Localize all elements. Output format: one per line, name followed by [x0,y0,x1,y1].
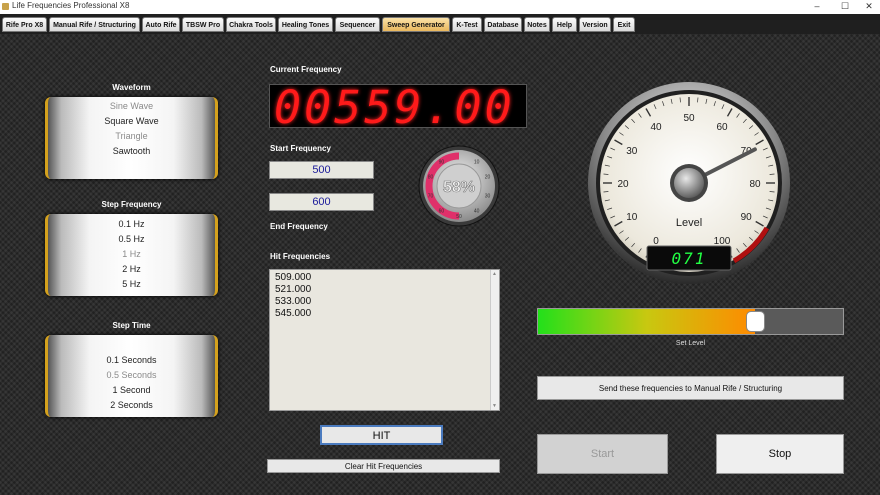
progress-dial-tick-label: 40 [474,208,480,214]
scroll-down-icon[interactable]: ▼ [492,403,497,409]
gauge-tick [769,173,775,175]
list-item[interactable]: 521.000 [275,284,311,295]
app-icon [2,3,9,10]
step-frequency-option[interactable]: 5 Hz [48,279,215,289]
tab-bar: Rife Pro X8 Manual Rife / Structuring Au… [0,14,880,34]
progress-dial: 10 20 30 40 50 60 70 80 90 58% [418,145,500,227]
gauge-tick-label: 40 [650,122,662,133]
hit-button[interactable]: HIT [320,425,443,445]
close-button[interactable]: ✕ [856,0,880,14]
tab-notes[interactable]: Notes [524,17,550,32]
level-slider-fill [538,309,755,334]
waveform-roller[interactable]: Sine Wave Square Wave Triangle Sawtooth [45,97,218,179]
level-slider[interactable] [537,308,844,335]
send-to-manual-rife-button[interactable]: Send these frequencies to Manual Rife / … [537,376,844,400]
list-item[interactable]: 545.000 [275,308,311,319]
tab-database[interactable]: Database [484,17,522,32]
tab-sequencer[interactable]: Sequencer [335,17,380,32]
start-button[interactable]: Start [537,434,668,474]
waveform-option[interactable]: Sine Wave [48,101,215,111]
waveform-option[interactable]: Triangle [48,131,215,141]
list-item[interactable]: 509.000 [275,272,311,283]
current-frequency-label: Current Frequency [270,65,342,74]
step-time-option[interactable]: 1 Second [48,385,215,395]
step-time-roller[interactable]: 0.1 Seconds 0.5 Seconds 1 Second 2 Secon… [45,335,218,417]
tab-chakra-tools[interactable]: Chakra Tools [226,17,276,32]
gauge-tick-label: 80 [749,179,761,190]
progress-dial-text: 58% [443,179,475,196]
hit-frequencies-list[interactable]: 509.000 521.000 533.000 545.000 ▲ ▼ [269,269,500,411]
gauge-tick-label: 90 [741,212,753,223]
set-level-label: Set Level [675,340,706,347]
progress-dial-tick-label: 70 [428,193,434,199]
scroll-up-icon[interactable]: ▲ [492,271,497,277]
step-time-option[interactable]: 0.5 Seconds [48,370,215,380]
window-title-bar: Life Frequencies Professional X8 – ☐ ✕ [0,0,880,15]
maximize-button[interactable]: ☐ [832,0,858,14]
tab-healing-tones[interactable]: Healing Tones [278,17,333,32]
waveform-option[interactable]: Square Wave [48,116,215,126]
gauge-tick [679,97,681,103]
step-time-label: Step Time [112,321,151,330]
step-frequency-label: Step Frequency [101,200,162,209]
progress-dial-tick-label: 50 [456,214,462,220]
gauge-tick-label: 20 [617,179,629,190]
step-frequency-option[interactable]: 0.5 Hz [48,234,215,244]
hit-list-scrollbar[interactable]: ▲ ▼ [490,270,499,410]
gauge-tick [697,97,699,103]
end-frequency-input[interactable]: 600 [269,193,374,211]
step-frequency-option[interactable]: 0.1 Hz [48,219,215,229]
tab-manual-rife[interactable]: Manual Rife / Structuring [49,17,140,32]
start-frequency-label: Start Frequency [270,144,331,153]
level-slider-handle[interactable] [746,311,765,332]
window-title: Life Frequencies Professional X8 [12,1,130,10]
tab-auto-rife[interactable]: Auto Rife [142,17,180,32]
tab-rife-pro-x8[interactable]: Rife Pro X8 [2,17,47,32]
gauge-level-label: Level [676,217,702,229]
tab-help[interactable]: Help [552,17,577,32]
current-frequency-display: 00559.00 [269,81,527,134]
tab-exit[interactable]: Exit [613,17,635,32]
list-item[interactable]: 533.000 [275,296,311,307]
start-frequency-input[interactable]: 500 [269,161,374,179]
waveform-label: Waveform [112,83,151,92]
gauge-hub [674,168,704,198]
progress-dial-tick-label: 90 [439,160,445,166]
hit-frequencies-label: Hit Frequencies [270,252,331,261]
progress-dial-tick-label: 60 [439,208,445,214]
gauge-tick-label: 10 [626,212,638,223]
progress-dial-tick-label: 30 [485,193,491,199]
gauge-tick [769,191,775,193]
stop-button[interactable]: Stop [716,434,844,474]
clear-hit-frequencies-button[interactable]: Clear Hit Frequencies [267,459,500,473]
step-time-option[interactable]: 2 Seconds [48,400,215,410]
gauge-readout: 071 [672,249,707,268]
progress-dial-tick-label: 10 [474,160,480,166]
gauge-tick [603,191,609,193]
step-time-option[interactable]: 0.1 Seconds [48,355,215,365]
current-frequency-value: 00559.00 [274,81,515,134]
progress-dial-tick-label: 20 [485,175,491,181]
level-gauge: 0102030405060708090100 Level 071 [588,82,790,284]
tab-tbsw-pro[interactable]: TBSW Pro [182,17,224,32]
tab-version[interactable]: Version [579,17,611,32]
end-frequency-label: End Frequency [270,222,328,231]
waveform-option[interactable]: Sawtooth [48,146,215,156]
minimize-button[interactable]: – [804,0,830,14]
step-frequency-roller[interactable]: 0.1 Hz 0.5 Hz 1 Hz 2 Hz 5 Hz [45,214,218,296]
progress-dial-tick-label: 80 [428,175,434,181]
tab-sweep-generator[interactable]: Sweep Generator [382,17,450,32]
gauge-tick-label: 60 [716,122,728,133]
gauge-tick [603,173,609,175]
step-frequency-option[interactable]: 1 Hz [48,249,215,259]
gauge-tick-label: 30 [626,146,638,157]
gauge-tick-label: 50 [683,113,695,124]
step-frequency-option[interactable]: 2 Hz [48,264,215,274]
tab-k-test[interactable]: K-Test [452,17,482,32]
